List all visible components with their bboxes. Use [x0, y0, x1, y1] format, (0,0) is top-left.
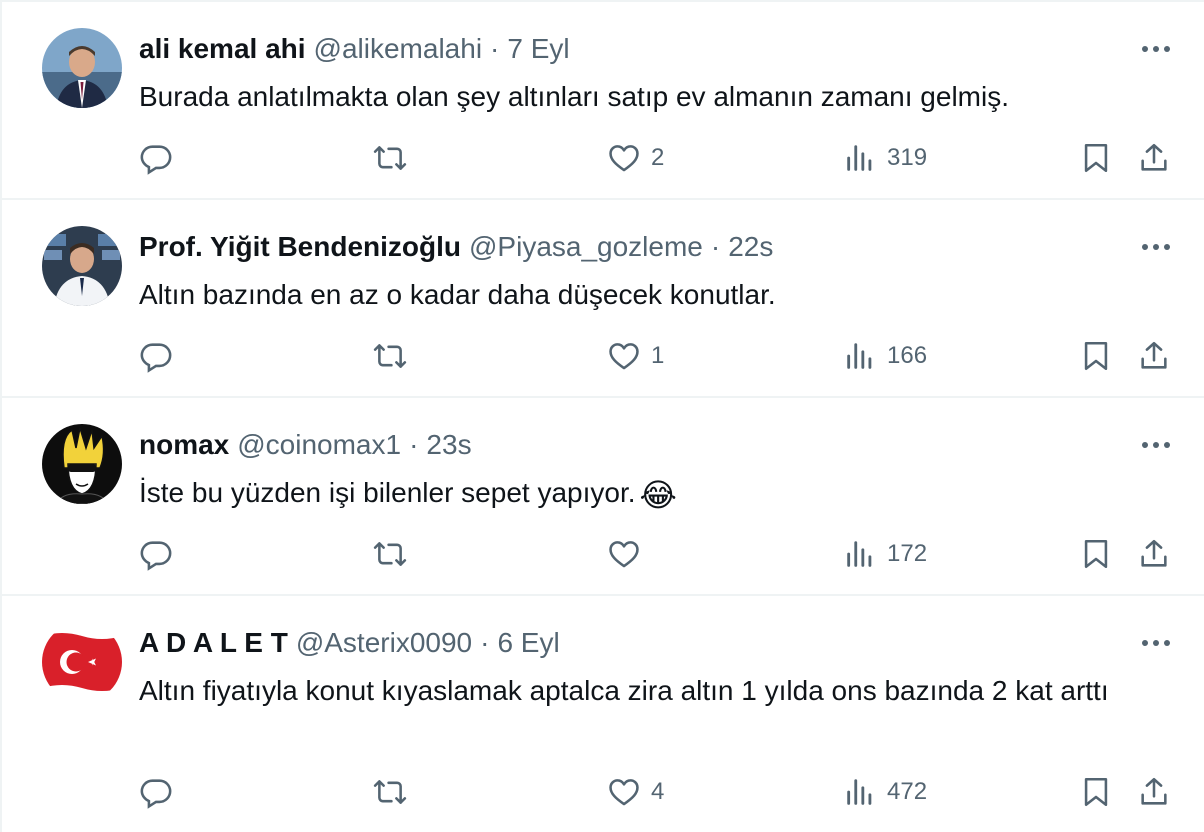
tweet-header: nomax @coinomax1 · 23s [139, 428, 472, 462]
views-icon [847, 145, 872, 171]
views-icon [847, 343, 872, 369]
bookmark-button[interactable] [1079, 336, 1113, 376]
like-count: 1 [651, 342, 665, 369]
views-icon [847, 541, 872, 567]
like-button[interactable]: 1 [607, 336, 664, 376]
avatar[interactable] [42, 424, 122, 504]
avatar[interactable] [42, 28, 122, 108]
tweet-text: Altın fiyatıyla konut kıyaslamak aptalca… [139, 675, 1109, 706]
retweet-button[interactable] [373, 336, 407, 376]
more-icon[interactable] [1140, 636, 1172, 650]
reply-button[interactable] [139, 336, 173, 376]
views-button[interactable]: 172 [843, 534, 927, 574]
share-button[interactable] [1137, 336, 1171, 376]
retweet-button[interactable] [373, 534, 407, 574]
tweet-header: ali kemal ahi @alikemalahi · 7 Eyl [139, 32, 570, 66]
views-button[interactable]: 319 [843, 138, 927, 178]
user-handle[interactable]: @Piyasa_gozleme [469, 231, 703, 262]
bookmark-button[interactable] [1079, 534, 1113, 574]
views-icon [847, 779, 872, 805]
reply-icon [140, 343, 172, 373]
reply-icon [140, 779, 172, 809]
timestamp[interactable]: 22s [728, 231, 773, 262]
action-bar: 4 472 [2, 772, 1204, 812]
separator: · [409, 429, 419, 460]
tweet-header: A D A L E T @Asterix0090 · 6 Eyl [139, 626, 560, 660]
reply-icon [140, 541, 172, 571]
bookmark-icon [1084, 777, 1108, 807]
share-icon [1141, 143, 1167, 171]
share-button[interactable] [1137, 772, 1171, 812]
tweet-text: Burada anlatılmakta olan şey altınları s… [139, 81, 1009, 112]
user-handle[interactable]: @alikemalahi [314, 33, 483, 64]
like-count: 2 [651, 144, 665, 171]
separator: · [710, 231, 721, 262]
tweet-2[interactable]: Prof. Yiğit Bendenizoğlu @Piyasa_gozleme ·… [2, 200, 1204, 398]
like-button[interactable] [607, 534, 651, 574]
like-button[interactable]: 2 [607, 138, 664, 178]
retweet-icon [373, 542, 407, 566]
retweet-button[interactable] [373, 772, 407, 812]
action-bar: 1 166 [2, 336, 1204, 376]
display-name[interactable]: nomax [139, 429, 229, 460]
share-icon [1141, 777, 1167, 805]
views-button[interactable]: 166 [843, 336, 927, 376]
like-count: 4 [651, 778, 665, 805]
bookmark-icon [1084, 341, 1108, 371]
like-icon [609, 779, 639, 806]
timestamp[interactable]: 6 Eyl [497, 627, 559, 658]
share-icon [1141, 539, 1167, 567]
view-count: 472 [887, 778, 928, 805]
reply-button[interactable] [139, 772, 173, 812]
like-icon [609, 343, 639, 370]
reply-icon [140, 145, 172, 175]
action-bar: 2 319 [2, 138, 1204, 178]
bookmark-icon [1084, 539, 1108, 569]
share-button[interactable] [1137, 138, 1171, 178]
separator: · [480, 627, 490, 658]
share-icon [1141, 341, 1167, 369]
like-icon [609, 541, 639, 568]
user-handle[interactable]: @coinomax1 [237, 429, 401, 460]
views-button[interactable]: 472 [843, 772, 927, 812]
retweet-icon [373, 344, 407, 368]
separator: · [490, 33, 500, 64]
reply-feed: ali kemal ahi @alikemalahi · 7 Eyl Burada a… [0, 0, 1204, 832]
like-button[interactable]: 4 [607, 772, 664, 812]
tweet-text-body: İste bu yüzden işi bilenler sepet yapıyo… [139, 477, 636, 508]
display-name[interactable]: ali kemal ahi [139, 33, 306, 64]
retweet-button[interactable] [373, 138, 407, 178]
tweet-header: Prof. Yiğit Bendenizoğlu @Piyasa_gozleme ·… [139, 230, 773, 264]
tweet-1[interactable]: ali kemal ahi @alikemalahi · 7 Eyl Burada a… [2, 2, 1204, 200]
retweet-icon [373, 146, 407, 170]
avatar[interactable] [42, 226, 122, 306]
avatar[interactable] [42, 622, 122, 702]
laughing-emoji: 😂 [639, 477, 677, 513]
more-icon[interactable] [1140, 240, 1172, 254]
bookmark-icon [1084, 143, 1108, 173]
bookmark-button[interactable] [1079, 772, 1113, 812]
bookmark-button[interactable] [1079, 138, 1113, 178]
like-icon [609, 145, 639, 172]
tweet-4[interactable]: A D A L E T @Asterix0090 · 6 Eyl Altın fiya… [2, 596, 1204, 832]
tweet-text: İste bu yüzden işi bilenler sepet yapıyo… [139, 474, 1159, 514]
user-handle[interactable]: @Asterix0090 [296, 627, 472, 658]
share-button[interactable] [1137, 534, 1171, 574]
timestamp[interactable]: 23s [426, 429, 471, 460]
action-bar: 172 [2, 534, 1204, 574]
timestamp[interactable]: 7 Eyl [507, 33, 569, 64]
more-icon[interactable] [1140, 42, 1172, 56]
retweet-icon [373, 780, 407, 804]
reply-button[interactable] [139, 534, 173, 574]
reply-button[interactable] [139, 138, 173, 178]
view-count: 166 [887, 342, 928, 369]
view-count: 319 [887, 144, 928, 171]
display-name[interactable]: Prof. Yiğit Bendenizoğlu [139, 231, 461, 262]
display-name[interactable]: A D A L E T [139, 627, 288, 658]
more-icon[interactable] [1140, 438, 1172, 452]
view-count: 172 [887, 540, 928, 567]
tweet-text: Altın bazında en az o kadar daha düşecek… [139, 279, 776, 310]
tweet-3[interactable]: nomax @coinomax1 · 23s İste bu yüzden işi b… [2, 398, 1204, 596]
